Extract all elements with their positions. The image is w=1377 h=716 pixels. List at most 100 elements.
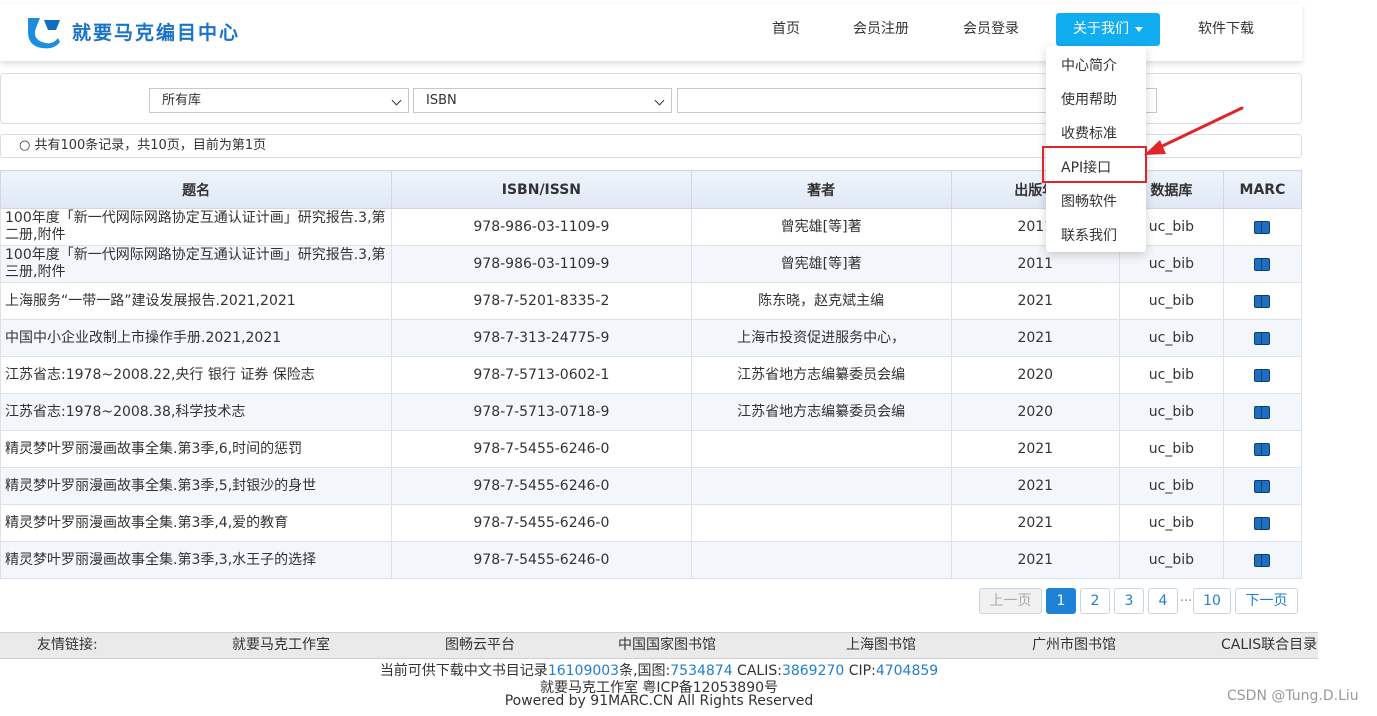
cell-marc: [1222, 430, 1303, 468]
logo-icon: [28, 18, 60, 49]
cell-isbn: 978-7-313-24775-9: [391, 319, 692, 357]
cell-title[interactable]: 江苏省志:1978~2008.22,央行 银行 证券 保险志: [0, 356, 393, 394]
friend-link[interactable]: 上海图书馆: [846, 633, 916, 658]
cell-author: [690, 467, 952, 505]
col-author: 著者: [690, 170, 952, 209]
chevron-down-icon: [654, 95, 665, 106]
cell-marc: [1222, 356, 1303, 394]
cell-title[interactable]: 精灵梦叶罗丽漫画故事全集.第3季,4,爱的教育: [0, 504, 393, 542]
cell-title[interactable]: 中国中小企业改制上市操作手册.2021,2021: [0, 319, 393, 357]
next-page-button[interactable]: 下一页: [1235, 588, 1298, 614]
table-row: 中国中小企业改制上市操作手册.2021,2021 978-7-313-24775-…: [0, 319, 1303, 357]
cell-author: 上海市投资促进服务中心，: [690, 319, 952, 357]
cell-title[interactable]: 精灵梦叶罗丽漫画故事全集.第3季,6,时间的惩罚: [0, 430, 393, 468]
cell-title[interactable]: 上海服务“一带一路”建设发展报告.2021,2021: [0, 282, 393, 320]
marc-book-icon[interactable]: [1254, 405, 1271, 419]
col-marc: MARC: [1222, 170, 1303, 209]
nav-about-label: 关于我们: [1073, 21, 1129, 37]
table-row: 江苏省志:1978~2008.22,央行 银行 证券 保险志 978-7-5713…: [0, 356, 1303, 394]
menu-item-pricing[interactable]: 收费标准: [1061, 123, 1117, 143]
cell-title[interactable]: 江苏省志:1978~2008.38,科学技术志: [0, 393, 393, 431]
marc-book-icon[interactable]: [1254, 220, 1271, 234]
page-1-button[interactable]: 1: [1046, 588, 1076, 614]
friend-links-bar: 友情链接: 就要马克工作室 图畅云平台 中国国家图书馆 上海图书馆 广州市图书馆…: [0, 632, 1318, 659]
menu-item-software[interactable]: 图畅软件: [1061, 191, 1117, 211]
marc-book-icon[interactable]: [1254, 479, 1271, 493]
cell-marc: [1222, 467, 1303, 505]
col-isbn: ISBN/ISSN: [391, 170, 692, 209]
cell-year: 2021: [950, 282, 1120, 320]
marc-book-icon[interactable]: [1254, 331, 1271, 345]
cell-title[interactable]: 100年度「新一代网际网路协定互通认证计画」研究报告.3,第二册,附件: [0, 208, 393, 246]
cell-year: 2021: [950, 541, 1120, 579]
table-row: 精灵梦叶罗丽漫画故事全集.第3季,4,爱的教育 978-7-5455-6246-0…: [0, 504, 1303, 542]
cell-year: 2020: [950, 393, 1120, 431]
page: 就要马克编目中心 首页 会员注册 会员登录 关于我们 软件下载 所有库 ISBN…: [0, 0, 1377, 716]
field-select[interactable]: ISBN: [413, 88, 672, 113]
cell-title[interactable]: 精灵梦叶罗丽漫画故事全集.第3季,5,封银沙的身世: [0, 467, 393, 505]
cell-author: 江苏省地方志编纂委员会编: [690, 356, 952, 394]
library-select-value: 所有库: [162, 93, 202, 108]
table-row: 精灵梦叶罗丽漫画故事全集.第3季,3,水王子的选择 978-7-5455-6246…: [0, 541, 1303, 579]
red-arrow-icon: [1144, 106, 1244, 155]
cell-isbn: 978-986-03-1109-9: [391, 208, 692, 246]
page-last-button[interactable]: 10: [1193, 588, 1231, 614]
menu-item-intro[interactable]: 中心简介: [1061, 55, 1117, 75]
cell-database: uc_bib: [1118, 467, 1224, 505]
cell-year: 2021: [950, 430, 1120, 468]
friend-link[interactable]: 图畅云平台: [445, 633, 515, 658]
page-3-button[interactable]: 3: [1114, 588, 1144, 614]
cell-database: uc_bib: [1118, 393, 1224, 431]
table-row: 江苏省志:1978~2008.38,科学技术志 978-7-5713-0718-9…: [0, 393, 1303, 431]
friend-link[interactable]: CALIS联合目录: [1221, 633, 1317, 658]
nav-download[interactable]: 软件下载: [1190, 13, 1262, 46]
cell-author: [690, 504, 952, 542]
marc-book-icon[interactable]: [1254, 516, 1271, 530]
pagination-ellipsis: ...: [1180, 590, 1193, 605]
marc-book-icon[interactable]: [1254, 442, 1271, 456]
cell-author: [690, 430, 952, 468]
col-title: 题名: [0, 170, 393, 209]
nav-home[interactable]: 首页: [760, 13, 812, 46]
cell-title[interactable]: 100年度「新一代网际网路协定互通认证计画」研究报告.3,第三册,附件: [0, 245, 393, 283]
menu-item-contact[interactable]: 联系我们: [1061, 225, 1117, 245]
cell-author: [690, 541, 952, 579]
caret-down-icon: [1135, 26, 1143, 32]
friend-link[interactable]: 中国国家图书馆: [618, 633, 716, 658]
marc-book-icon[interactable]: [1254, 368, 1271, 382]
friend-link[interactable]: 广州市图书馆: [1032, 633, 1116, 658]
cell-marc: [1222, 393, 1303, 431]
cell-database: uc_bib: [1118, 319, 1224, 357]
friend-link[interactable]: 就要马克工作室: [232, 633, 330, 658]
cell-marc: [1222, 245, 1303, 283]
field-select-value: ISBN: [426, 93, 457, 108]
marc-book-icon[interactable]: [1254, 257, 1271, 271]
table-row: 精灵梦叶罗丽漫画故事全集.第3季,5,封银沙的身世 978-7-5455-6246…: [0, 467, 1303, 505]
cell-title[interactable]: 精灵梦叶罗丽漫画故事全集.第3季,3,水王子的选择: [0, 541, 393, 579]
cell-marc: [1222, 541, 1303, 579]
cell-author: 江苏省地方志编纂委员会编: [690, 393, 952, 431]
cell-marc: [1222, 504, 1303, 542]
cell-year: 2021: [950, 504, 1120, 542]
nav-login[interactable]: 会员登录: [955, 13, 1027, 46]
cell-year: 2021: [950, 467, 1120, 505]
cell-database: uc_bib: [1118, 541, 1224, 579]
cell-database: uc_bib: [1118, 282, 1224, 320]
cell-author: 曾宪雄[等]著: [690, 245, 952, 283]
page-2-button[interactable]: 2: [1080, 588, 1110, 614]
cell-isbn: 978-7-5455-6246-0: [391, 541, 692, 579]
nav-about[interactable]: 关于我们: [1056, 13, 1160, 46]
cell-isbn: 978-7-5201-8335-2: [391, 282, 692, 320]
marc-book-icon[interactable]: [1254, 294, 1271, 308]
nav-register[interactable]: 会员注册: [845, 13, 917, 46]
cell-author: 陈东晓，赵克斌主编: [690, 282, 952, 320]
api-highlight-box: [1042, 146, 1147, 183]
chevron-down-icon: [391, 95, 402, 106]
marc-book-icon[interactable]: [1254, 553, 1271, 567]
cell-marc: [1222, 282, 1303, 320]
cell-isbn: 978-7-5713-0602-1: [391, 356, 692, 394]
library-select[interactable]: 所有库: [149, 88, 409, 113]
menu-item-help[interactable]: 使用帮助: [1061, 89, 1117, 109]
brand-name[interactable]: 就要马克编目中心: [72, 18, 240, 45]
page-4-button[interactable]: 4: [1148, 588, 1178, 614]
